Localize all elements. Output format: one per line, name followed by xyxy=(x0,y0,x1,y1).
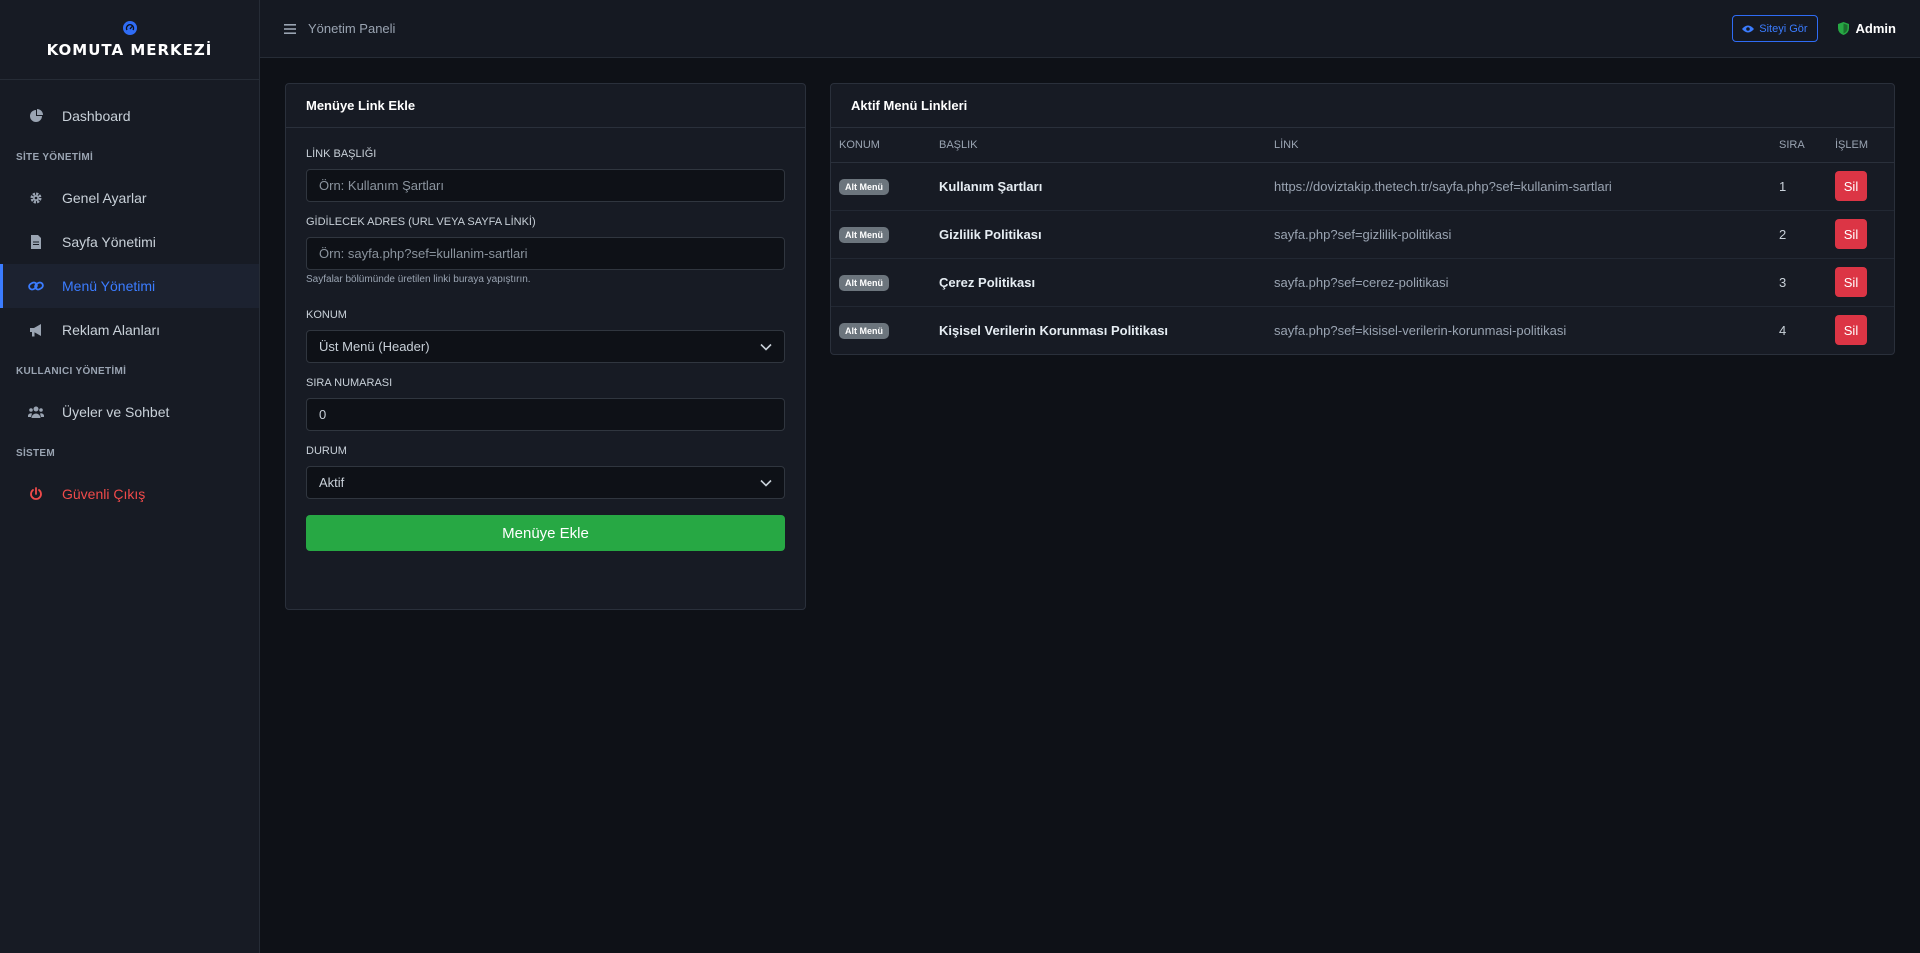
table-row: Alt Menü Gizlilik Politikası sayfa.php?s… xyxy=(831,210,1894,259)
link-icon xyxy=(28,278,44,294)
chevron-down-icon xyxy=(760,343,772,351)
file-icon xyxy=(28,234,44,250)
gauge-icon xyxy=(122,20,137,35)
row-title: Kullanım Şartları xyxy=(931,162,1266,211)
pie-chart-icon xyxy=(28,108,44,124)
topbar-right: Siteyi Gör Admin xyxy=(1732,15,1896,42)
sidebar-item-genel-ayarlar[interactable]: Genel Ayarlar xyxy=(0,176,259,220)
sidebar-item-guvenli-cikis[interactable]: Güvenli Çıkış xyxy=(0,472,259,516)
link-title-label: LİNK BAŞLIĞI xyxy=(306,148,377,160)
row-title: Gizlilik Politikası xyxy=(931,210,1266,259)
url-hint: Sayfalar bölümünde üretilen linki buraya… xyxy=(306,274,531,285)
sidebar-item-reklam-alanlari[interactable]: Reklam Alanları xyxy=(0,308,259,352)
row-title: Çerez Politikası xyxy=(931,258,1266,307)
active-links-card: Aktif Menü Linkleri KONUM BAŞLIK LİNK SI… xyxy=(830,83,1895,355)
row-sira: 2 xyxy=(1771,210,1827,259)
row-sira: 4 xyxy=(1779,322,1787,338)
row-link: sayfa.php?sef=kisisel-verilerin-korunmas… xyxy=(1274,322,1567,338)
row-link: sayfa.php?sef=cerez-politikasi xyxy=(1266,258,1771,307)
users-icon xyxy=(28,404,44,420)
add-link-card-title: Menüye Link Ekle xyxy=(286,84,805,128)
col-konum: KONUM xyxy=(831,128,931,163)
sidebar-item-sayfa-yonetimi[interactable]: Sayfa Yönetimi xyxy=(0,220,259,264)
sira-label: SIRA NUMARASI xyxy=(306,377,393,389)
row-link: sayfa.php?sef=gizlilik-politikasi xyxy=(1266,210,1771,259)
gear-icon xyxy=(28,190,44,206)
sira-input[interactable]: 0 xyxy=(306,398,785,431)
active-links-card-title: Aktif Menü Linkleri xyxy=(831,84,1894,128)
table-row: Alt Menü Çerez Politikası sayfa.php?sef=… xyxy=(831,258,1894,307)
row-title: Kişisel Verilerin Korunması Politikası xyxy=(939,322,1169,338)
nav-section-user: KULLANICI YÖNETİMİ xyxy=(16,365,127,377)
add-link-card: Menüye Link Ekle LİNK BAŞLIĞI GİDİLECEK … xyxy=(285,83,806,610)
add-to-menu-button[interactable]: Menüye Ekle xyxy=(306,515,785,551)
power-icon xyxy=(28,486,44,502)
hamburger-icon[interactable] xyxy=(284,23,298,34)
col-islem: İŞLEM xyxy=(1827,128,1894,163)
col-sira: SIRA xyxy=(1771,128,1827,163)
sidebar-nav: Dashboard SİTE YÖNETİMİ Genel Ayarlar Sa… xyxy=(0,80,259,516)
nav-section-site: SİTE YÖNETİMİ xyxy=(16,151,94,163)
delete-button[interactable]: Sil xyxy=(1835,171,1867,201)
row-sira: 1 xyxy=(1771,162,1827,211)
megaphone-icon xyxy=(28,322,44,338)
delete-button[interactable]: Sil xyxy=(1835,219,1867,249)
konum-badge: Alt Menü xyxy=(839,226,889,243)
delete-button[interactable]: Sil xyxy=(1835,267,1867,297)
konum-select[interactable]: Üst Menü (Header) xyxy=(306,330,785,363)
view-site-button[interactable]: Siteyi Gör xyxy=(1732,15,1818,42)
menu-links-table: KONUM BAŞLIK LİNK SIRA İŞLEM Alt Menü Ku… xyxy=(831,128,1894,354)
durum-select[interactable]: Aktif xyxy=(306,466,785,499)
admin-label: Admin xyxy=(1855,21,1896,36)
url-input[interactable] xyxy=(306,237,785,270)
table-header-row: KONUM BAŞLIK LİNK SIRA İŞLEM xyxy=(831,128,1894,163)
chevron-down-icon xyxy=(760,479,772,487)
col-link: LİNK xyxy=(1266,128,1771,163)
brand[interactable]: KOMUTA MERKEZİ xyxy=(0,0,259,80)
table-row: Alt Menü Kullanım Şartları https://doviz… xyxy=(831,162,1894,211)
sidebar-item-label: Reklam Alanları xyxy=(62,322,161,338)
konum-badge: Alt Menü xyxy=(839,274,889,291)
add-link-form: LİNK BAŞLIĞI GİDİLECEK ADRES (URL VEYA S… xyxy=(286,128,805,551)
sira-value: 0 xyxy=(319,407,327,422)
konum-label: KONUM xyxy=(306,309,347,321)
sidebar-item-uyeler[interactable]: Üyeler ve Sohbet xyxy=(0,390,259,434)
row-link: https://doviztakip.thetech.tr/sayfa.php?… xyxy=(1266,162,1771,211)
sidebar-item-menu-yonetimi[interactable]: Menü Yönetimi xyxy=(0,264,259,308)
konum-badge: Alt Menü xyxy=(839,178,889,195)
eye-icon xyxy=(1742,25,1755,32)
view-site-label: Siteyi Gör xyxy=(1759,22,1808,35)
row-sira: 3 xyxy=(1771,258,1827,307)
sidebar-item-label: Sayfa Yönetimi xyxy=(62,234,156,250)
delete-button[interactable]: Sil xyxy=(1835,315,1867,346)
durum-selected-value: Aktif xyxy=(319,475,345,490)
admin-user[interactable]: Admin xyxy=(1837,21,1896,36)
link-title-input[interactable] xyxy=(306,169,785,202)
table-row: Alt Menü Kişisel Verilerin Korunması Pol… xyxy=(831,306,1894,354)
sidebar: KOMUTA MERKEZİ Dashboard SİTE YÖNETİMİ G… xyxy=(0,0,260,953)
page-title: Yönetim Paneli xyxy=(308,21,396,36)
konum-selected-value: Üst Menü (Header) xyxy=(319,339,430,354)
konum-badge: Alt Menü xyxy=(839,322,889,339)
shield-icon xyxy=(1837,22,1849,35)
sidebar-item-dashboard[interactable]: Dashboard xyxy=(0,94,259,138)
col-baslik: BAŞLIK xyxy=(931,128,1266,163)
sidebar-item-label: Menü Yönetimi xyxy=(62,278,156,294)
brand-title: KOMUTA MERKEZİ xyxy=(46,40,213,59)
sidebar-item-label: Dashboard xyxy=(62,108,131,124)
nav-section-system: SİSTEM xyxy=(16,447,56,459)
topbar: Yönetim Paneli Siteyi Gör Admin xyxy=(260,0,1920,58)
sidebar-item-label: Üyeler ve Sohbet xyxy=(62,404,170,420)
url-label: GİDİLECEK ADRES (URL VEYA SAYFA LİNKİ) xyxy=(306,216,536,228)
durum-label: DURUM xyxy=(306,445,347,457)
sidebar-item-label: Genel Ayarlar xyxy=(62,190,147,206)
sidebar-item-label: Güvenli Çıkış xyxy=(62,486,146,502)
